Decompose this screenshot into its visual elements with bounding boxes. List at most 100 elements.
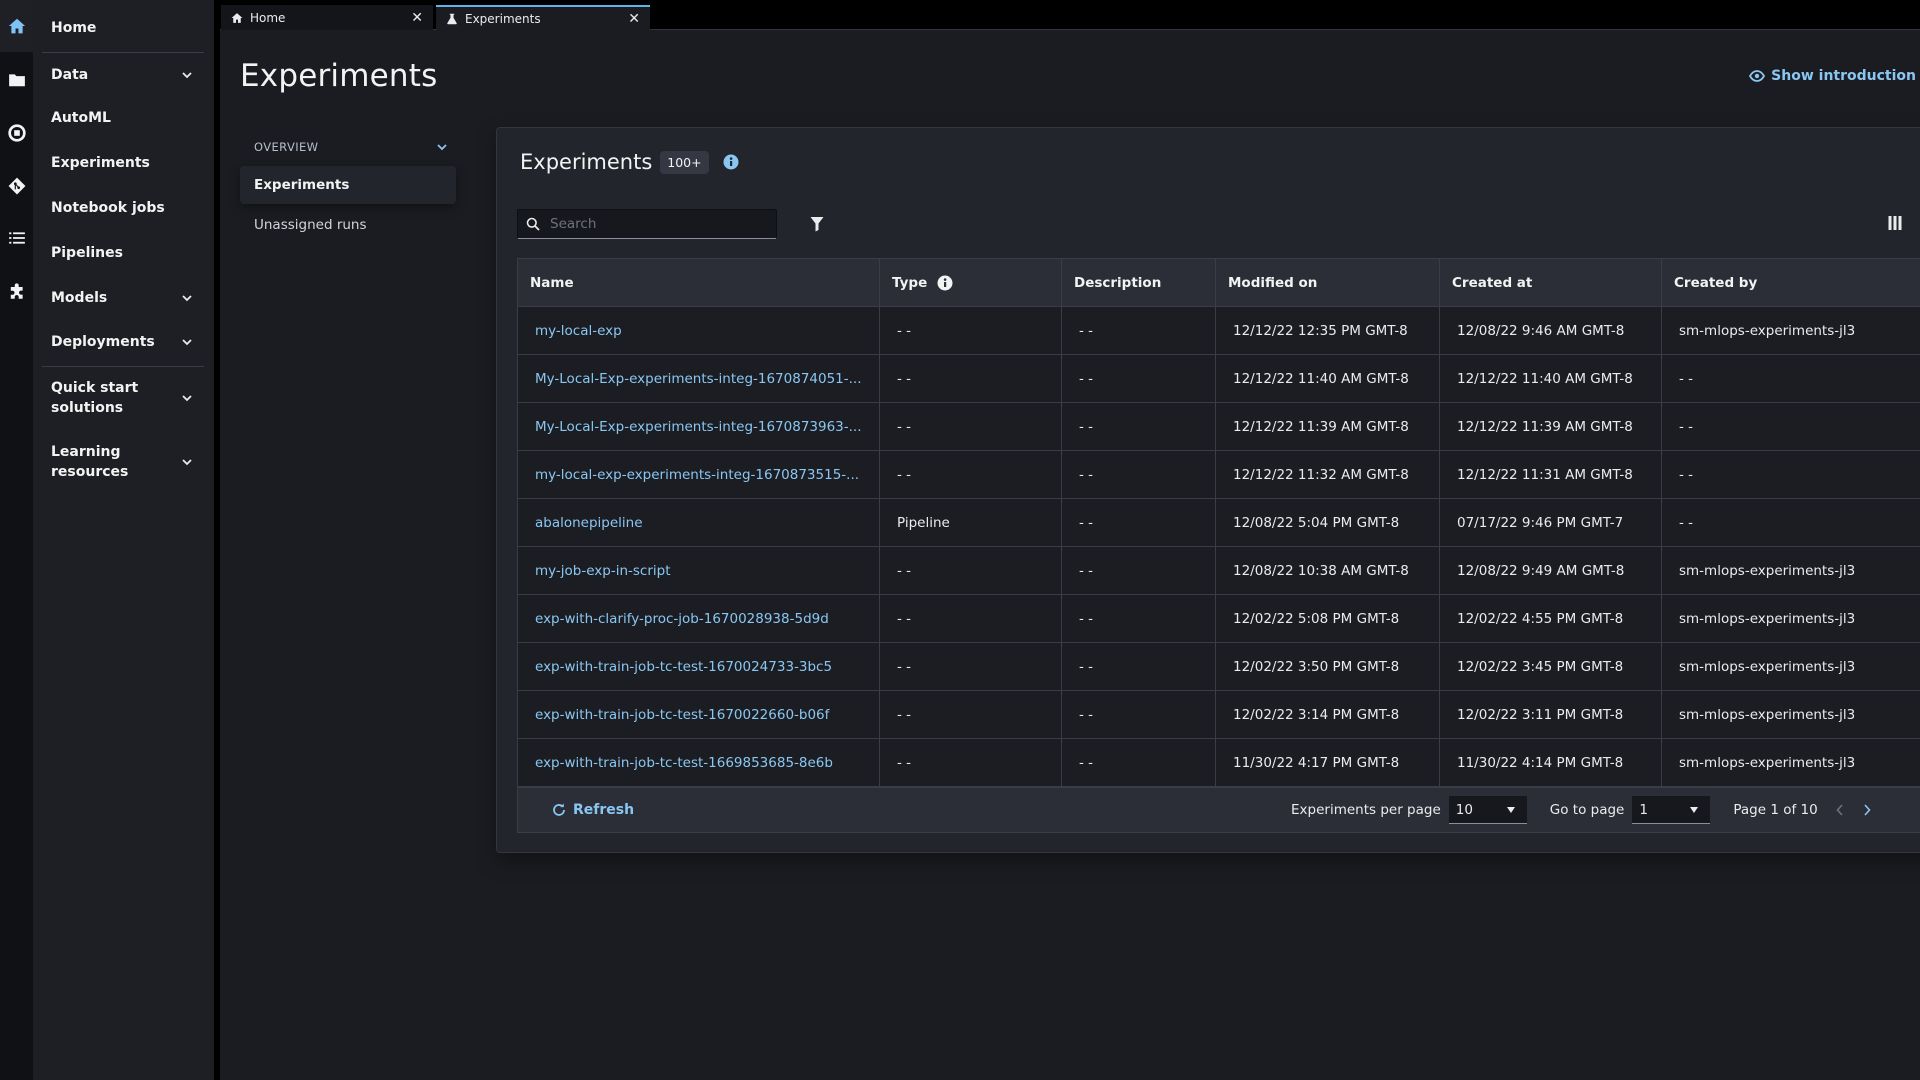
sidebar-item-experiments[interactable]: Experiments [51, 153, 206, 173]
go-to-page-label: Go to page [1549, 802, 1625, 818]
cell-description: - - [1061, 354, 1216, 403]
sidebar-item-label: Deployments [51, 334, 155, 350]
chevron-left-icon[interactable] [1835, 803, 1845, 817]
list-icon [8, 232, 25, 244]
sidebar-item-label: Data [51, 67, 89, 83]
divider [42, 366, 204, 367]
table-row: abalonepipeline Pipeline - -12/08/22 5:04 … [517, 498, 1920, 547]
cell-name[interactable]: exp-with-train-job-tc-test-1670022660-b0… [517, 690, 880, 739]
show-introduction-link[interactable]: Show introduction [1749, 68, 1916, 84]
rail-files-button[interactable] [0, 54, 33, 106]
column-header-label: Type [892, 274, 928, 291]
cell-type: - - [879, 546, 1062, 595]
page-info: Page 1 of 10 [1733, 802, 1818, 818]
sidebar-item-notebook-jobs[interactable]: Notebook jobs [51, 198, 206, 218]
cell-created-at: 11/30/22 4:14 PM GMT-8 [1439, 738, 1662, 787]
table-row: my-local-exp-experiments-integ-167087351… [517, 450, 1920, 499]
info-icon[interactable] [723, 154, 739, 170]
rail-git-button[interactable] [0, 160, 33, 212]
search-field [517, 209, 777, 239]
cell-created-by: sm-mlops-experiments-jl3 [1661, 738, 1920, 787]
cell-modified-on: 12/02/22 5:08 PM GMT-8 [1215, 594, 1440, 643]
cell-type: - - [879, 306, 1062, 355]
sidebar-item-deployments[interactable]: Deployments [51, 332, 206, 352]
cell-name[interactable]: exp-with-train-job-tc-test-1669853685-8e… [517, 738, 880, 787]
sidebar-item-data[interactable]: Data [51, 65, 206, 85]
column-header-name[interactable]: Name [517, 258, 880, 307]
rail-toc-button[interactable] [0, 212, 33, 264]
cell-created-at: 12/08/22 9:46 AM GMT-8 [1439, 306, 1662, 355]
sidebar-item-pipelines[interactable]: Pipelines [51, 243, 206, 263]
chevron-down-icon [182, 339, 192, 346]
go-to-page-value: 1 [1639, 801, 1648, 818]
cell-type: - - [879, 690, 1062, 739]
column-header-modified-on[interactable]: Modified on [1215, 258, 1440, 307]
panel-splitter[interactable] [214, 0, 220, 1080]
cell-name[interactable]: my-job-exp-in-script [517, 546, 880, 595]
cell-modified-on: 11/30/22 4:17 PM GMT-8 [1215, 738, 1440, 787]
close-icon[interactable]: ✕ [628, 11, 640, 27]
sidebar-item-quick-start-solutions[interactable]: Quick start solutions [51, 378, 206, 418]
sidebar-item-home[interactable]: Home [51, 18, 206, 38]
cell-created-at: 12/12/22 11:40 AM GMT-8 [1439, 354, 1662, 403]
search-input[interactable] [550, 216, 760, 232]
home-icon [8, 18, 25, 34]
sidebar-item-models[interactable]: Models [51, 288, 206, 308]
column-header-description[interactable]: Description [1061, 258, 1216, 307]
table-row: exp-with-train-job-tc-test-1670024733-3b… [517, 642, 1920, 691]
cell-type: - - [879, 594, 1062, 643]
icon-rail [0, 0, 33, 1080]
filter-icon[interactable] [810, 216, 824, 232]
tab-bar: Home ✕ Experiments ✕ [220, 0, 1920, 30]
tab-home[interactable]: Home ✕ [221, 5, 433, 30]
panel-header: Experiments 100+ [520, 150, 739, 174]
git-icon [8, 177, 25, 195]
cell-modified-on: 12/12/22 12:35 PM GMT-8 [1215, 306, 1440, 355]
close-icon[interactable]: ✕ [411, 10, 423, 26]
cell-created-at: 12/08/22 9:49 AM GMT-8 [1439, 546, 1662, 595]
per-page-select[interactable]: 10 [1448, 796, 1527, 824]
rail-running-button[interactable] [0, 107, 33, 159]
panel-title: Experiments [520, 150, 653, 174]
subnav-item-experiments[interactable]: Experiments [240, 166, 456, 204]
cell-name[interactable]: My-Local-Exp-experiments-integ-167087405… [517, 354, 880, 403]
subnav-item-label: Unassigned runs [254, 217, 367, 233]
rail-extensions-button[interactable] [0, 266, 33, 318]
sidebar-item-learning-resources[interactable]: Learning resources [51, 442, 206, 482]
cell-name[interactable]: my-local-exp-experiments-integ-167087351… [517, 450, 880, 499]
cell-name[interactable]: my-local-exp [517, 306, 880, 355]
cell-created-at: 12/02/22 3:11 PM GMT-8 [1439, 690, 1662, 739]
cell-created-at: 12/02/22 4:55 PM GMT-8 [1439, 594, 1662, 643]
info-icon[interactable] [937, 275, 953, 291]
column-header-created-by[interactable]: Created by [1661, 258, 1920, 307]
refresh-button[interactable]: Refresh [551, 802, 634, 818]
cell-type: - - [879, 642, 1062, 691]
chevron-right-icon[interactable] [1862, 803, 1872, 817]
go-to-page-select[interactable]: 1 [1632, 796, 1711, 824]
sidebar-item-automl[interactable]: AutoML [51, 108, 206, 128]
cell-description: - - [1061, 690, 1216, 739]
sidebar-item-label: Notebook jobs [51, 200, 165, 216]
sidebar-item-label: Quick start solutions [51, 380, 139, 416]
cell-description: - - [1061, 738, 1216, 787]
overview-section-toggle[interactable]: OVERVIEW [240, 136, 456, 158]
cell-type: - - [879, 354, 1062, 403]
cell-modified-on: 12/12/22 11:32 AM GMT-8 [1215, 450, 1440, 499]
cell-name[interactable]: exp-with-train-job-tc-test-1670024733-3b… [517, 642, 880, 691]
column-header-type[interactable]: Type [879, 258, 1062, 307]
column-header-created-at[interactable]: Created at [1439, 258, 1662, 307]
cell-description: - - [1061, 306, 1216, 355]
tab-label: Home [250, 10, 286, 25]
cell-created-at: 12/12/22 11:39 AM GMT-8 [1439, 402, 1662, 451]
puzzle-icon [10, 283, 23, 299]
cell-name[interactable]: exp-with-clarify-proc-job-1670028938-5d9… [517, 594, 880, 643]
tab-experiments[interactable]: Experiments ✕ [436, 5, 650, 30]
subnav-item-unassigned-runs[interactable]: Unassigned runs [240, 206, 456, 244]
table-row: My-Local-Exp-experiments-integ-167087405… [517, 354, 1920, 403]
rail-home-button[interactable] [0, 0, 33, 52]
table-footer: Refresh Experiments per page 10 Go to pa… [517, 787, 1920, 833]
cell-name[interactable]: abalonepipeline [517, 498, 880, 547]
cell-name[interactable]: My-Local-Exp-experiments-integ-167087396… [517, 402, 880, 451]
column-settings-icon[interactable] [1888, 216, 1902, 230]
chevron-down-icon [182, 295, 192, 302]
